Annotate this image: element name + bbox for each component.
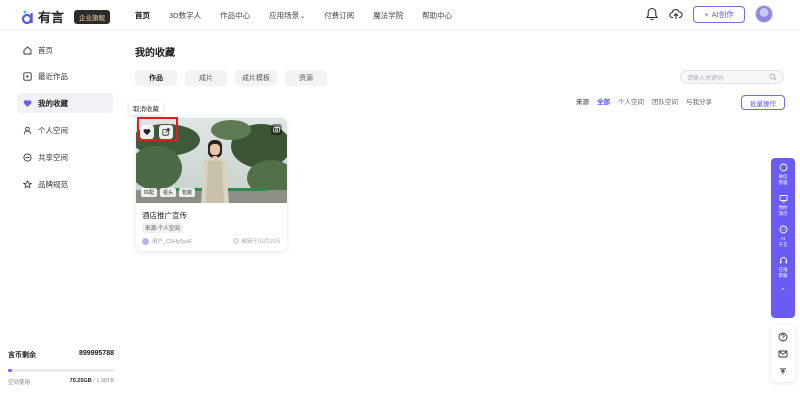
- edit-date-text: 编辑于01月15日: [241, 239, 281, 245]
- space-usage: 70.25GB / 1.98TB: [70, 378, 114, 386]
- home-icon: [23, 45, 32, 54]
- float-label: AI 千言: [778, 236, 788, 247]
- tab-works[interactable]: 作品: [135, 70, 177, 86]
- unfavorite-tooltip: 取消收藏: [129, 101, 163, 115]
- ai-chat-icon: [779, 225, 787, 234]
- thumb-tag: 抠头: [160, 188, 177, 197]
- camera-icon[interactable]: [271, 124, 282, 135]
- space-label: 空间使用: [8, 380, 31, 386]
- ai-create-button[interactable]: + AI创作: [693, 6, 745, 23]
- filter-option-all[interactable]: 全部: [597, 96, 610, 106]
- back-to-top-icon[interactable]: [778, 366, 788, 376]
- share-space-icon: [23, 152, 32, 162]
- sidebar-item-recent[interactable]: 最近作品: [17, 66, 113, 86]
- camera-glyph: [273, 127, 280, 133]
- work-author: 用户_C5Hy5yuF: [142, 237, 192, 245]
- tab-resources[interactable]: 资源: [285, 70, 327, 86]
- sidebar-item-shared-space[interactable]: 共享空间: [17, 147, 113, 167]
- float-label: 微信 客服: [778, 174, 788, 185]
- nav-3d-avatar[interactable]: 3D数字人: [169, 10, 201, 21]
- highlight-annotation-box: [137, 117, 178, 141]
- thumbnail-tags: 匹配 抠头 包装: [141, 188, 196, 197]
- enterprise-badge: 企业旗舰: [74, 9, 111, 24]
- coins-label: 言币剩余: [8, 352, 36, 359]
- sidebar-item-home[interactable]: 首页: [17, 40, 113, 60]
- chevron-down-icon: ⌄: [300, 13, 306, 20]
- nav-scenarios[interactable]: 应用场景⌄: [269, 10, 305, 21]
- cloud-upload-icon[interactable]: [669, 7, 683, 21]
- space-total: / 1.98TB: [93, 378, 114, 384]
- float-wechat-support[interactable]: 微信 客服: [779, 163, 788, 185]
- space-progress-fill: [8, 369, 12, 372]
- clock-icon: [233, 238, 239, 244]
- chevron-up-icon[interactable]: ⌃: [780, 287, 786, 295]
- sidebar-item-label: 品牌规范: [38, 179, 68, 189]
- work-edit-date: 编辑于01月15日: [233, 237, 281, 245]
- content-tabs: 作品 成片 成片模板 资源: [135, 70, 327, 86]
- space-progress-bar: [8, 369, 114, 372]
- user-avatar[interactable]: [755, 5, 773, 23]
- brand-logo[interactable]: 有言 企业旗舰: [22, 7, 111, 26]
- search-input[interactable]: 请输入关键词: [680, 70, 784, 84]
- float-online-support[interactable]: 在线 客服: [779, 256, 788, 278]
- storage-panel: 言币剩余 899995788 空间使用 70.25GB / 1.98TB: [8, 350, 114, 386]
- nav-works-center[interactable]: 作品中心: [220, 10, 250, 21]
- float-label: 在线 客服: [778, 267, 788, 278]
- work-title: 酒店推广宣传: [142, 211, 187, 220]
- nav-academy[interactable]: 魔法学院: [373, 10, 403, 21]
- filter-option-personal[interactable]: 个人空间: [618, 96, 644, 106]
- nav-subscription[interactable]: 付费订阅: [324, 10, 354, 21]
- filter-option-team[interactable]: 团队空间: [652, 96, 678, 106]
- ai-create-label: AI创作: [711, 10, 734, 19]
- float-label: 预约 演示: [778, 205, 788, 216]
- sidebar-item-label: 我的收藏: [38, 98, 68, 108]
- plus-icon: +: [704, 10, 709, 19]
- nav-help-center[interactable]: 帮助中心: [422, 10, 452, 21]
- floating-utility-panel: [771, 325, 795, 382]
- nav-scenarios-label: 应用场景: [269, 10, 300, 20]
- source-filter: 来源 全部 个人空间 团队空间 与我分享: [576, 96, 712, 106]
- play-square-icon: [23, 71, 32, 81]
- floating-service-panel: 微信 客服 预约 演示 AI 千言 在线 客服 ⌃: [771, 158, 795, 318]
- top-bar: 有言 企业旗舰 首页 3D数字人 作品中心 应用场景⌄ 付费订阅 魔法学院 帮助…: [0, 0, 800, 30]
- star-icon: [23, 179, 32, 189]
- sidebar-item-label: 首页: [38, 45, 53, 55]
- heart-icon: [23, 99, 32, 107]
- sidebar: 首页 最近作品 我的收藏 个人空间 共享空间 品牌规范 言币剩余 8999957…: [0, 30, 122, 395]
- sidebar-item-label: 个人空间: [38, 125, 68, 135]
- filter-option-shared-with-me[interactable]: 与我分享: [686, 96, 712, 106]
- author-avatar: [142, 237, 149, 245]
- page-title: 我的收藏: [135, 48, 175, 59]
- sidebar-item-favorites[interactable]: 我的收藏: [17, 93, 113, 113]
- brand-name: 有言: [38, 10, 65, 25]
- search-placeholder: 请输入关键词: [687, 75, 724, 82]
- thumb-tag: 包装: [179, 188, 196, 197]
- author-name: 用户_C5Hy5yuF: [152, 239, 193, 245]
- sidebar-item-brand-guide[interactable]: 品牌规范: [17, 174, 113, 194]
- main-nav: 首页 3D数字人 作品中心 应用场景⌄ 付费订阅 魔法学院 帮助中心: [135, 0, 452, 30]
- user-icon: [23, 126, 32, 134]
- float-book-demo[interactable]: 预约 演示: [779, 194, 788, 216]
- coins-value: 899995788: [78, 350, 114, 357]
- mail-icon[interactable]: [778, 349, 788, 359]
- search-icon: [769, 73, 777, 81]
- wechat-icon: [779, 163, 787, 172]
- thumb-tag: 匹配: [141, 188, 158, 197]
- headset-icon: [779, 257, 787, 264]
- nav-home[interactable]: 首页: [135, 10, 150, 21]
- sidebar-item-label: 最近作品: [38, 71, 68, 81]
- logo-icon: [22, 10, 33, 24]
- tab-clips[interactable]: 成片: [185, 70, 227, 86]
- sidebar-item-personal-space[interactable]: 个人空间: [17, 120, 113, 140]
- space-used: 70.25GB: [69, 378, 92, 384]
- float-ai-assistant[interactable]: AI 千言: [779, 225, 788, 247]
- work-source-tag: 来源-个人空间: [142, 223, 183, 233]
- sidebar-item-label: 共享空间: [38, 152, 68, 162]
- batch-action-button[interactable]: 批量操作: [741, 95, 785, 110]
- help-icon[interactable]: [778, 332, 788, 342]
- bell-icon[interactable]: [646, 7, 658, 21]
- filter-label: 来源: [576, 99, 589, 106]
- monitor-icon: [779, 195, 787, 203]
- tab-clip-templates[interactable]: 成片模板: [235, 70, 277, 86]
